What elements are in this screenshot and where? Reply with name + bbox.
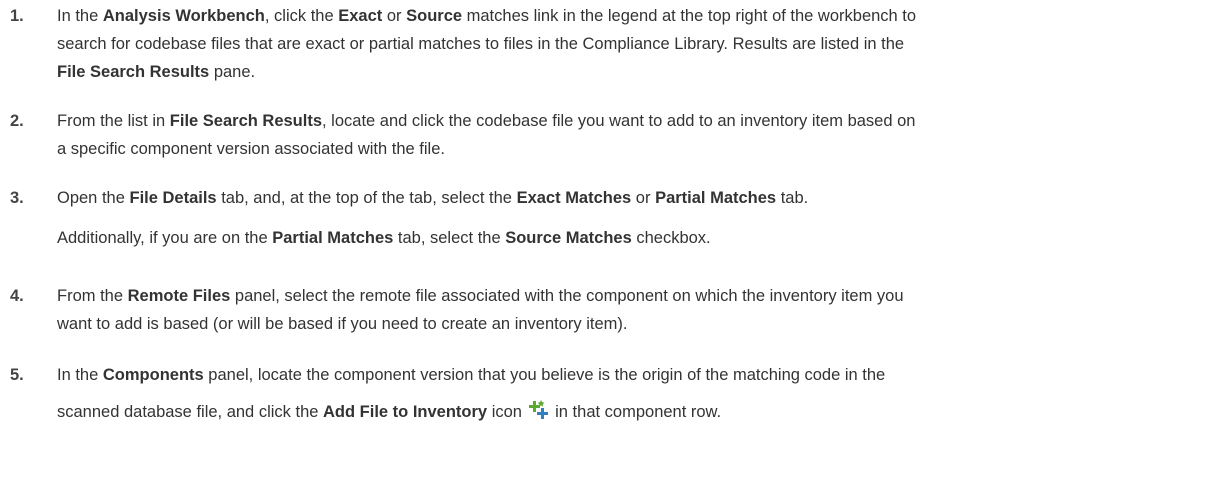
ui-term-source: Source bbox=[406, 7, 463, 25]
step-text: From the list in File Search Results, lo… bbox=[57, 107, 1224, 163]
step-text: From the Remote Files panel, select the … bbox=[57, 282, 1224, 338]
ui-term-file-details: File Details bbox=[129, 189, 217, 207]
ui-term-file-search-results: File Search Results bbox=[169, 112, 323, 130]
step-line: In the Analysis Workbench, click the Exa… bbox=[57, 7, 917, 25]
step-number: 3. bbox=[10, 189, 24, 207]
step-line: scanned database file, and click the Add… bbox=[57, 398, 1224, 426]
ui-term-exact: Exact bbox=[338, 7, 383, 25]
procedure-steps: 1. In the Analysis Workbench, click the … bbox=[0, 0, 1232, 492]
step-number: 2. bbox=[10, 112, 24, 130]
ui-term-add-file-to-inventory: Add File to Inventory bbox=[323, 403, 488, 421]
step-line: search for codebase files that are exact… bbox=[57, 35, 905, 53]
step-line: From the list in File Search Results, lo… bbox=[57, 112, 916, 130]
step-line: File Search Results pane. bbox=[57, 63, 256, 81]
ui-term-source-matches: Source Matches bbox=[505, 229, 632, 247]
ui-term-partial-matches: Partial Matches bbox=[272, 229, 394, 247]
add-file-to-inventory-icon bbox=[528, 399, 550, 419]
step-line: From the Remote Files panel, select the … bbox=[57, 287, 904, 305]
ui-term-exact-matches: Exact Matches bbox=[516, 189, 632, 207]
step-line: Open the File Details tab, and, at the t… bbox=[57, 189, 809, 207]
ui-term-file-search-results: File Search Results bbox=[57, 63, 210, 81]
step-line: In the Components panel, locate the comp… bbox=[57, 366, 886, 384]
step-text: In the Analysis Workbench, click the Exa… bbox=[57, 2, 1224, 86]
step-number: 4. bbox=[10, 287, 24, 305]
step-number: 1. bbox=[10, 7, 24, 25]
ui-term-components: Components bbox=[102, 366, 204, 384]
step-text: Open the File Details tab, and, at the t… bbox=[57, 184, 1224, 212]
step-text: In the Components panel, locate the comp… bbox=[57, 361, 1224, 426]
ui-term-partial-matches: Partial Matches bbox=[655, 189, 777, 207]
step-number: 5. bbox=[10, 366, 24, 384]
ui-term-analysis-workbench: Analysis Workbench bbox=[102, 7, 265, 25]
step-line: a specific component version associated … bbox=[57, 140, 445, 158]
ui-term-remote-files: Remote Files bbox=[127, 287, 231, 305]
step-note: Additionally, if you are on the Partial … bbox=[57, 229, 711, 247]
step-line: want to add is based (or will be based i… bbox=[57, 315, 628, 333]
